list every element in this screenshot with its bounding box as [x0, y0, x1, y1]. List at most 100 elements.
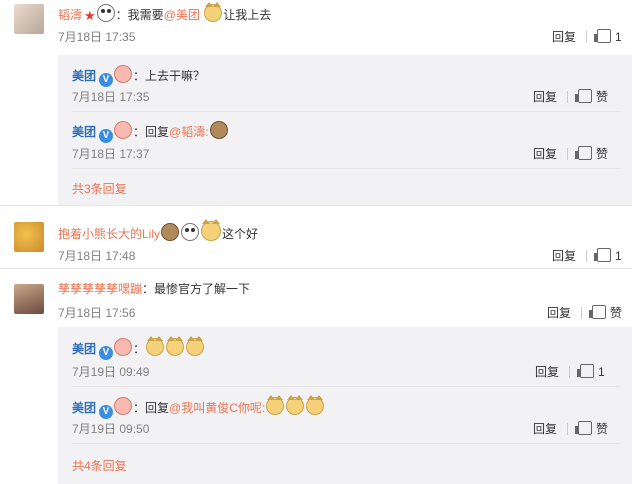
- reply-line: 美团 V ：: [72, 336, 205, 360]
- verified-icon: V: [99, 405, 114, 419]
- comment-author[interactable]: 韬濤: [58, 8, 82, 22]
- comment-time: 7月18日 17:56: [58, 306, 136, 320]
- divider: [569, 366, 571, 378]
- cat-emoji-icon: [186, 336, 205, 356]
- cat-emoji-icon: [306, 395, 325, 415]
- like-icon[interactable]: [594, 248, 612, 262]
- cat-emoji-icon: [166, 336, 185, 356]
- cat-emoji-icon: [266, 395, 285, 415]
- reply-time: 7月19日 09:50: [72, 422, 150, 436]
- sticker-icon: [209, 121, 228, 139]
- reply-button[interactable]: 回复: [533, 147, 557, 161]
- comment-line: 抱着小熊长大的Lily 这个好: [58, 219, 259, 242]
- like-count[interactable]: 1: [615, 249, 622, 263]
- comment-actions: 回复 赞: [547, 304, 622, 321]
- comment-actions: 回复 1: [552, 28, 622, 45]
- more-replies-link[interactable]: 共3条回复: [72, 180, 127, 197]
- verified-icon: V: [99, 73, 114, 87]
- avatar[interactable]: [14, 222, 44, 252]
- divider: [72, 111, 620, 112]
- divider: [72, 443, 620, 444]
- reply-time: 7月19日 09:49: [72, 365, 150, 379]
- reply-author[interactable]: 美团: [72, 125, 96, 139]
- divider: [72, 386, 620, 387]
- like-icon[interactable]: [575, 421, 593, 435]
- reply-author[interactable]: 美团: [72, 342, 96, 356]
- like-button[interactable]: 赞: [610, 306, 622, 320]
- divider: [0, 268, 632, 269]
- comment-text: ：我需要: [115, 8, 164, 22]
- verified-icon: V: [99, 129, 114, 143]
- reply-actions: 回复 1: [535, 363, 605, 380]
- comment-1: 韬濤 ★ ：我需要@美团 让我上去 7月18日 17:35 回复 1 美团 V ：上去干嘛…: [0, 0, 632, 205]
- reply-text-suffix: :: [205, 125, 209, 139]
- divider: [0, 205, 632, 206]
- pig-icon: [114, 338, 133, 356]
- like-count[interactable]: 1: [598, 365, 605, 379]
- like-count[interactable]: 1: [615, 30, 622, 44]
- like-icon[interactable]: [589, 305, 607, 319]
- like-icon[interactable]: [577, 364, 595, 378]
- like-icon[interactable]: [575, 146, 593, 160]
- like-icon[interactable]: [575, 89, 593, 103]
- reply-button[interactable]: 回复: [552, 30, 576, 44]
- like-button[interactable]: 赞: [596, 90, 608, 104]
- reply-button[interactable]: 回复: [547, 306, 571, 320]
- pig-icon: [114, 121, 133, 139]
- cat-emoji-icon: [286, 395, 305, 415]
- cat-emoji-icon: [204, 2, 223, 22]
- divider: [567, 91, 569, 103]
- reply-button[interactable]: 回复: [533, 422, 557, 436]
- reply-actions: 回复 赞: [533, 88, 608, 105]
- reply-text: ：回复: [133, 401, 170, 415]
- cat-emoji-icon: [201, 219, 222, 241]
- reply-button[interactable]: 回复: [533, 90, 557, 104]
- like-button[interactable]: 赞: [596, 422, 608, 436]
- comment-time: 7月18日 17:48: [58, 249, 136, 263]
- reply-line: 美团 V ：回复@我叫黄俊C你呢:: [72, 395, 325, 419]
- comment-text: ：最惨官方了解一下: [142, 282, 251, 296]
- comment-line: 韬濤 ★ ：我需要@美团 让我上去: [58, 2, 271, 24]
- reply-text-suffix: :: [261, 401, 266, 415]
- comment-text: 这个好: [222, 227, 259, 241]
- reply-line: 美团 V ：回复@韬濤:: [72, 121, 229, 143]
- reply-button[interactable]: 回复: [535, 365, 559, 379]
- more-replies-link[interactable]: 共4条回复: [72, 457, 127, 474]
- divider: [72, 168, 620, 169]
- like-button[interactable]: 赞: [596, 147, 608, 161]
- comment-line: 孳孳孳孳孳嘿蹦：最惨官方了解一下: [58, 280, 250, 297]
- verified-icon: V: [99, 346, 114, 360]
- pig-icon: [114, 397, 133, 415]
- divider: [586, 250, 588, 262]
- reply-author[interactable]: 美团: [72, 69, 96, 83]
- reply-text: ：上去干嘛？: [133, 69, 206, 83]
- reply-line: 美团 V ：上去干嘛？: [72, 65, 205, 87]
- divider: [567, 148, 569, 160]
- divider: [567, 423, 569, 435]
- cat-emoji-icon: [146, 336, 165, 356]
- comment-actions: 回复 1: [552, 247, 622, 264]
- reply-text: ：: [133, 342, 146, 356]
- reply-time: 7月18日 17:35: [72, 90, 150, 104]
- avatar[interactable]: [14, 284, 44, 314]
- panda-icon: [181, 223, 200, 241]
- mention-link[interactable]: @韬濤: [169, 125, 205, 139]
- reply-actions: 回复 赞: [533, 145, 608, 162]
- reply-time: 7月18日 17:37: [72, 147, 150, 161]
- star-icon: ★: [84, 8, 96, 23]
- mention-link[interactable]: @美团: [164, 8, 200, 22]
- like-icon[interactable]: [594, 29, 612, 43]
- reply-button[interactable]: 回复: [552, 249, 576, 263]
- reply-actions: 回复 赞: [533, 420, 608, 437]
- comment-author[interactable]: 抱着小熊长大的Lily: [58, 227, 160, 241]
- divider: [581, 307, 583, 319]
- pig-icon: [114, 65, 133, 83]
- panda-icon: [96, 4, 115, 22]
- comment-author[interactable]: 孳孳孳孳孳嘿蹦: [58, 282, 142, 296]
- avatar[interactable]: [14, 4, 44, 34]
- bear-icon: [161, 223, 180, 241]
- reply-text: ：回复: [133, 125, 170, 139]
- comment-time: 7月18日 17:35: [58, 30, 136, 44]
- mention-link[interactable]: @我叫黄俊C你呢: [169, 401, 262, 415]
- reply-author[interactable]: 美团: [72, 401, 96, 415]
